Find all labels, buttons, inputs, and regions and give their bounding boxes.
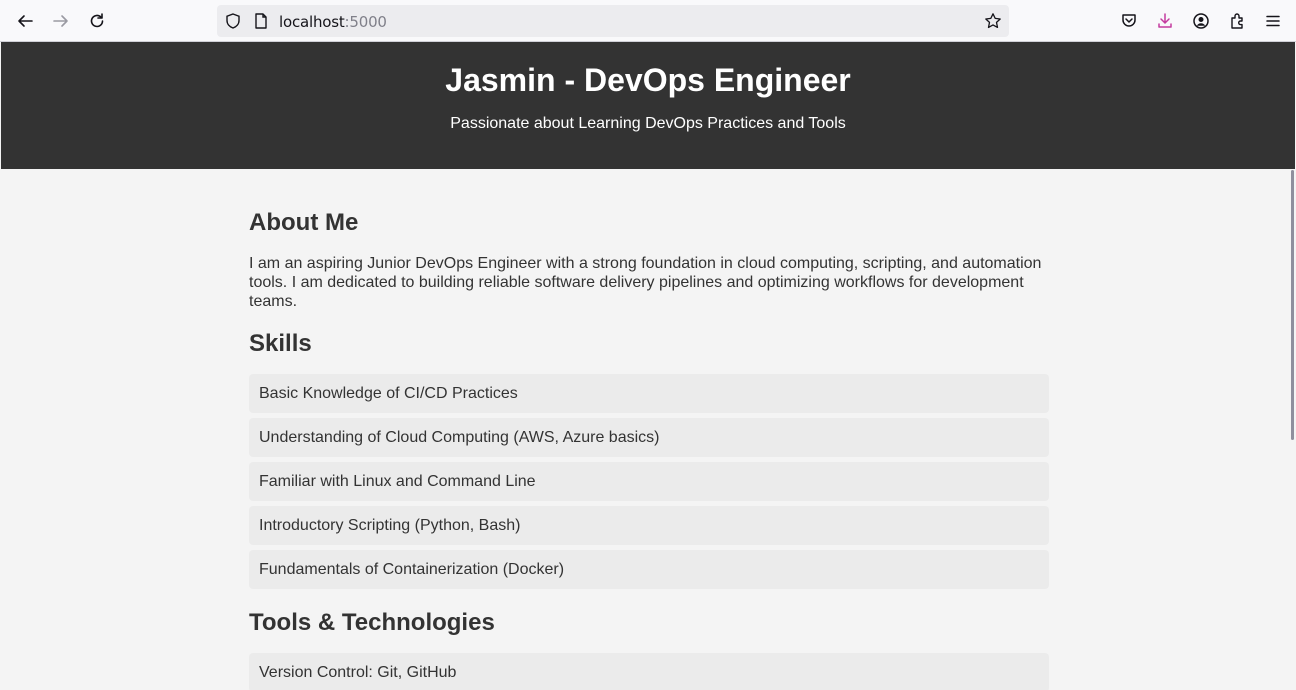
download-icon[interactable] bbox=[1153, 9, 1177, 33]
reload-icon[interactable] bbox=[85, 9, 109, 33]
skill-item: Fundamentals of Containerization (Docker… bbox=[249, 550, 1049, 589]
page-scrollbar[interactable] bbox=[1291, 170, 1294, 440]
about-text: I am an aspiring Junior DevOps Engineer … bbox=[249, 255, 1042, 310]
back-arrow-icon[interactable] bbox=[13, 9, 37, 33]
forward-arrow-icon[interactable] bbox=[49, 9, 73, 33]
page-icon bbox=[252, 12, 270, 30]
site-header: Jasmin - DevOps Engineer Passionate abou… bbox=[1, 42, 1295, 169]
page-title: Jasmin - DevOps Engineer bbox=[445, 62, 851, 98]
url-text[interactable]: localhost:5000 bbox=[279, 13, 387, 31]
skill-item: Basic Knowledge of CI/CD Practices bbox=[249, 374, 1049, 413]
skills-heading: Skills bbox=[249, 330, 312, 357]
menu-icon[interactable] bbox=[1261, 9, 1285, 33]
shield-icon[interactable] bbox=[224, 12, 242, 30]
extensions-icon[interactable] bbox=[1225, 9, 1249, 33]
skill-item: Familiar with Linux and Command Line bbox=[249, 462, 1049, 501]
skill-item: Introductory Scripting (Python, Bash) bbox=[249, 506, 1049, 545]
skill-item: Understanding of Cloud Computing (AWS, A… bbox=[249, 418, 1049, 457]
page-subtitle: Passionate about Learning DevOps Practic… bbox=[450, 115, 846, 132]
bookmark-star-icon[interactable] bbox=[984, 12, 1002, 30]
tools-heading: Tools & Technologies bbox=[249, 609, 495, 636]
tool-item: Version Control: Git, GitHub bbox=[249, 653, 1049, 690]
url-bar[interactable]: localhost:5000 bbox=[217, 5, 1009, 37]
browser-toolbar: localhost:5000 bbox=[0, 0, 1296, 42]
url-host: localhost bbox=[279, 13, 345, 31]
account-icon[interactable] bbox=[1189, 9, 1213, 33]
url-port: :5000 bbox=[344, 13, 387, 31]
pocket-icon[interactable] bbox=[1117, 9, 1141, 33]
about-heading: About Me bbox=[249, 209, 359, 236]
